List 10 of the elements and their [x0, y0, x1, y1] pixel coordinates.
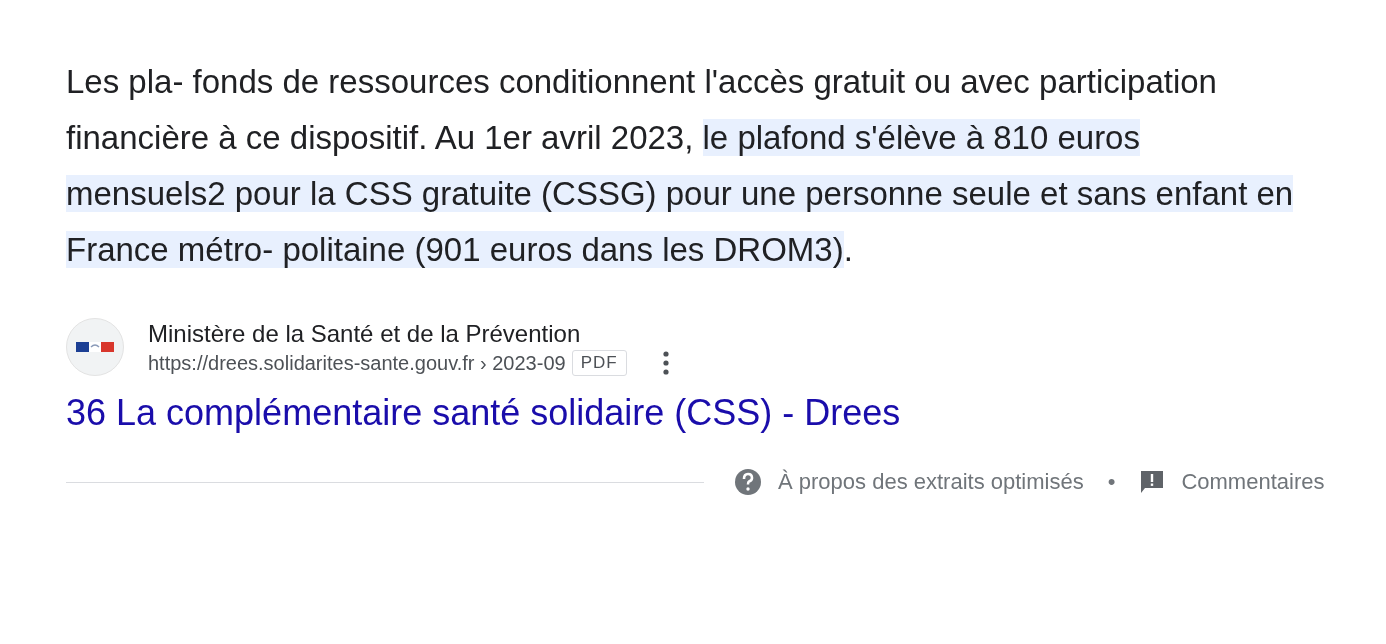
about-link[interactable]: À propos des extraits optimisés — [778, 469, 1084, 495]
result-title-link[interactable]: 36 La complémentaire santé solidaire (CSS) - Drees — [66, 392, 901, 434]
url-breadcrumb: https://drees.solidarites-sante.gouv.fr › 2023-09 — [148, 351, 566, 375]
more-options-icon[interactable] — [662, 351, 669, 375]
file-type-label: PDF — [571, 350, 627, 376]
site-name: Ministère de la Santé et de la Prévention — [148, 319, 582, 349]
help-icon[interactable] — [734, 468, 762, 496]
feedback-icon[interactable] — [1139, 469, 1166, 495]
separator-dot: • — [1107, 469, 1116, 495]
feedback-link[interactable]: Commentaires — [1181, 469, 1325, 495]
